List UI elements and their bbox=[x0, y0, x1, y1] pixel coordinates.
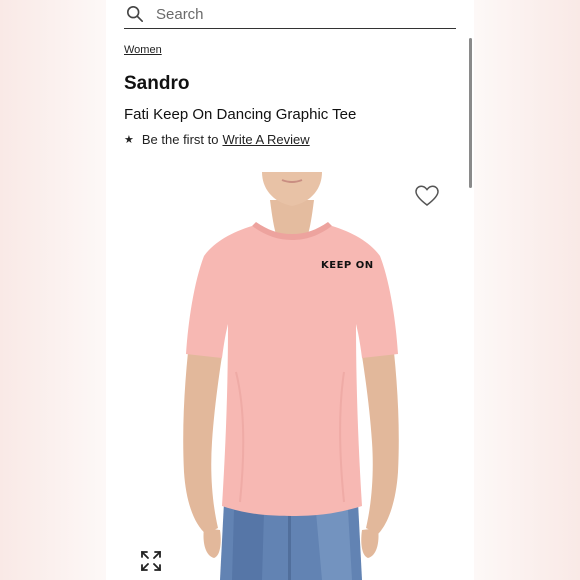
review-summary: ★ Be the first to Write A Review bbox=[124, 132, 310, 147]
search-input[interactable] bbox=[156, 5, 436, 23]
search-bar[interactable] bbox=[124, 0, 456, 29]
product-page: Women Sandro Fati Keep On Dancing Graphi… bbox=[106, 0, 474, 580]
search-icon[interactable] bbox=[126, 5, 144, 23]
brand-name[interactable]: Sandro bbox=[124, 73, 189, 95]
star-icon: ★ bbox=[124, 134, 134, 146]
review-prompt: Be the first to bbox=[141, 132, 219, 147]
breadcrumb-women[interactable]: Women bbox=[124, 44, 162, 56]
product-title: Fati Keep On Dancing Graphic Tee bbox=[124, 106, 357, 123]
write-review-link[interactable]: Write A Review bbox=[222, 132, 309, 147]
scrollbar[interactable] bbox=[469, 38, 472, 188]
expand-icon[interactable] bbox=[139, 549, 163, 573]
product-image[interactable] bbox=[166, 172, 416, 580]
shirt-print-text: KEEP ON bbox=[321, 260, 374, 271]
heart-icon[interactable] bbox=[415, 185, 439, 207]
